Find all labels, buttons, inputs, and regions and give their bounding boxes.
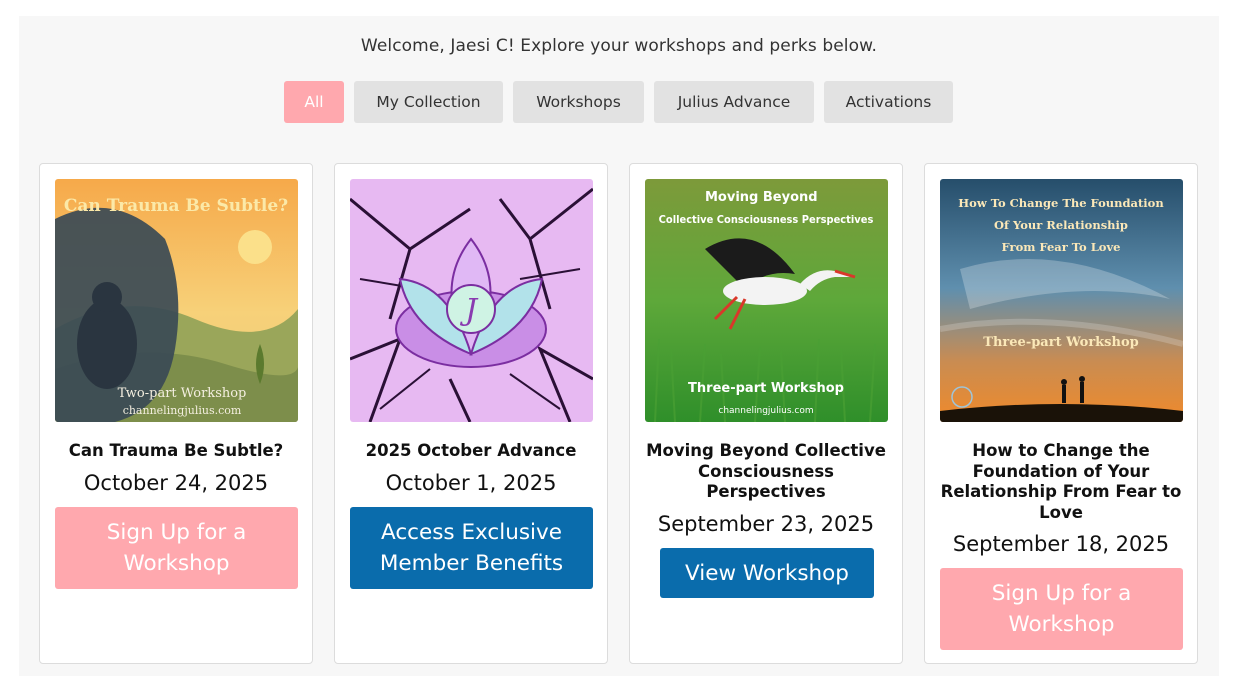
- workshop-thumbnail[interactable]: How To Change The Foundation Of Your Rel…: [940, 179, 1183, 422]
- workshop-card: Moving Beyond Collective Consciousness P…: [629, 163, 903, 664]
- card-date: October 1, 2025: [385, 471, 557, 495]
- workshop-card: Can Trauma Be Subtle? Two-part Workshop …: [39, 163, 313, 664]
- card-title: Moving Beyond Collective Consciousness P…: [646, 441, 886, 501]
- image-site: channelingjulius.com: [123, 404, 242, 417]
- card-title: 2025 October Advance: [365, 441, 577, 460]
- view-workshop-button[interactable]: View Workshop: [660, 548, 874, 598]
- tab-workshops[interactable]: Workshops: [513, 81, 644, 123]
- stork-artwork-icon: Moving Beyond Collective Consciousness P…: [645, 179, 888, 422]
- tab-all[interactable]: All: [284, 81, 344, 123]
- sign-up-button[interactable]: Sign Up for a Workshop: [55, 507, 298, 589]
- tab-my-collection[interactable]: My Collection: [354, 81, 503, 123]
- image-heading-line2: Of Your Relationship: [994, 218, 1128, 232]
- image-heading-line3: From Fear To Love: [1002, 240, 1121, 254]
- image-caption: Two-part Workshop: [118, 386, 247, 401]
- card-title: How to Change the Foundation of Your Rel…: [940, 441, 1182, 522]
- image-caption: Three-part Workshop: [983, 335, 1138, 350]
- trauma-artwork-icon: Can Trauma Be Subtle? Two-part Workshop …: [55, 179, 298, 422]
- workshop-card: How To Change The Foundation Of Your Rel…: [924, 163, 1198, 664]
- card-date: October 24, 2025: [83, 471, 269, 495]
- sign-up-button[interactable]: Sign Up for a Workshop: [940, 568, 1183, 650]
- image-site: channelingjulius.com: [718, 406, 813, 416]
- image-heading-line1: How To Change The Foundation: [958, 196, 1164, 210]
- image-heading-line2: Collective Consciousness Perspectives: [659, 213, 874, 226]
- card-date: September 23, 2025: [657, 512, 875, 536]
- filter-tabs: All My Collection Workshops Julius Advan…: [19, 81, 1219, 123]
- workshop-thumbnail[interactable]: J: [350, 179, 593, 422]
- card-title: Can Trauma Be Subtle?: [68, 441, 284, 460]
- lotus-artwork-icon: J: [350, 179, 593, 422]
- image-heading: Can Trauma Be Subtle?: [64, 196, 288, 216]
- image-heading-line1: Moving Beyond: [705, 190, 818, 205]
- tab-activations[interactable]: Activations: [824, 81, 953, 123]
- card-date: September 18, 2025: [952, 532, 1170, 556]
- welcome-message: Welcome, Jaesi C! Explore your workshops…: [360, 36, 878, 56]
- access-member-benefits-button[interactable]: Access Exclusive Member Benefits: [350, 507, 593, 589]
- workshop-card: J 2025 October Advance October 1, 2025 A…: [334, 163, 608, 664]
- workshop-thumbnail[interactable]: Moving Beyond Collective Consciousness P…: [645, 179, 888, 422]
- dashboard-panel: Welcome, Jaesi C! Explore your workshops…: [19, 16, 1219, 676]
- tab-julius-advance[interactable]: Julius Advance: [654, 81, 814, 123]
- image-caption: Three-part Workshop: [688, 381, 844, 396]
- sunset-couple-artwork-icon: How To Change The Foundation Of Your Rel…: [940, 179, 1183, 422]
- workshop-thumbnail[interactable]: Can Trauma Be Subtle? Two-part Workshop …: [55, 179, 298, 422]
